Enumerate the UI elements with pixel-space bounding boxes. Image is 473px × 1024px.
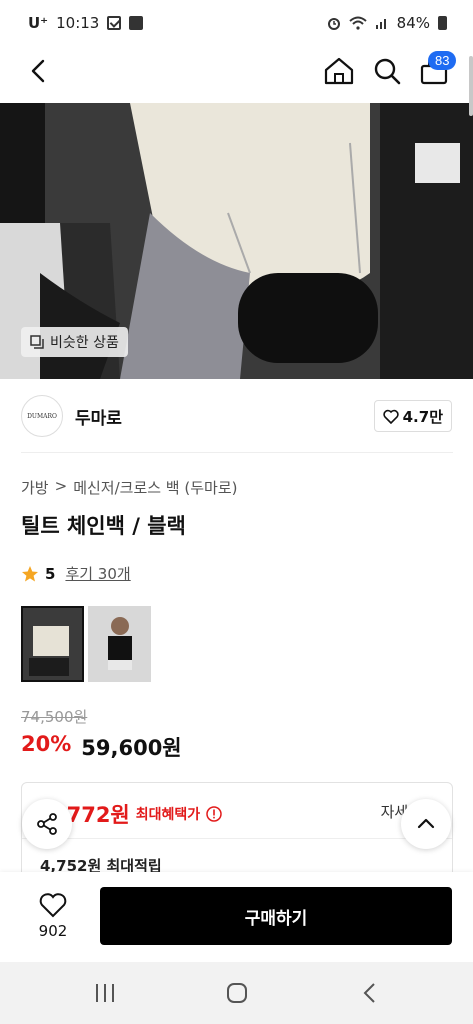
share-button[interactable] [22,799,72,849]
heart-outline-icon [39,893,67,918]
top-nav [0,46,473,96]
similar-products-label: 비슷한 상품 [50,335,119,351]
status-right: 84% [327,14,447,32]
sale-price: 59,600원 [81,736,182,760]
wifi-icon [348,16,367,30]
battery-icon [438,16,447,30]
brand-row: DUMARO 두마로 4.7만 [21,395,453,437]
chevron-up-icon [417,818,435,829]
breadcrumb-item-bag[interactable]: 가방 [21,477,49,498]
breadcrumb-item-category[interactable]: 메신저/크로스 백 (두마로) [73,477,237,498]
brand-like-count: 4.7만 [402,407,443,426]
reviews-link[interactable]: 후기 30개 [65,563,130,584]
breadcrumb-separator: > [54,477,68,495]
home-nav-icon[interactable] [226,982,248,1004]
scroll-top-button[interactable] [401,799,451,849]
image-notification-icon [129,16,144,30]
star-icon [22,565,38,581]
search-icon[interactable] [373,57,401,85]
info-icon[interactable] [206,806,222,822]
thumbnail-2[interactable] [88,606,151,682]
brand-logo-text: DUMARO [27,412,57,420]
system-navigation-bar [0,962,473,1024]
cart-count-badge: 83 [428,51,457,70]
product-title: 틸트 체인백 / 블랙 [21,514,186,538]
buy-button[interactable]: 구매하기 [100,887,452,945]
like-button[interactable]: 902 [30,888,76,940]
checkbox-notification-icon [107,16,122,30]
back-nav-icon[interactable] [360,982,382,1004]
heart-icon [382,409,399,424]
breadcrumb: 가방 > 메신저/크로스 백 (두마로) [21,477,237,498]
copy-icon [30,335,44,349]
rating-row: 5 후기 30개 [21,563,131,584]
alarm-icon [327,18,340,30]
home-icon[interactable] [324,57,354,85]
like-count: 902 [38,922,68,940]
discount-rate: 20% [21,732,72,756]
brand-logo[interactable]: DUMARO [21,395,63,437]
brand-name[interactable]: 두마로 [75,404,122,429]
thumbnail-list [21,606,151,682]
rating-score: 5 [45,564,56,583]
divider [21,452,453,453]
price-row: 20% 59,600원 [21,732,182,762]
share-icon [37,813,57,835]
thumbnail-1[interactable] [21,606,84,682]
max-benefit-label: 최대혜택가 [135,807,201,823]
bottom-action-bar: 902 구매하기 [0,872,473,962]
scrollbar[interactable] [469,56,473,116]
status-left: U⁺ 10:13 [28,14,144,32]
clock: 10:13 [56,14,100,32]
signal-icon [375,19,386,29]
original-price: 74,500원 [21,708,88,726]
status-bar: U⁺ 10:13 84% [0,0,473,46]
battery-percent: 84% [396,14,430,32]
carrier-label: U⁺ [28,14,49,32]
back-arrow-icon[interactable] [26,58,52,84]
brand-like-button[interactable]: 4.7만 [373,400,452,432]
recent-apps-icon[interactable] [94,982,116,1004]
benefit-divider [22,838,452,839]
similar-products-button[interactable]: 비슷한 상품 [21,327,128,357]
